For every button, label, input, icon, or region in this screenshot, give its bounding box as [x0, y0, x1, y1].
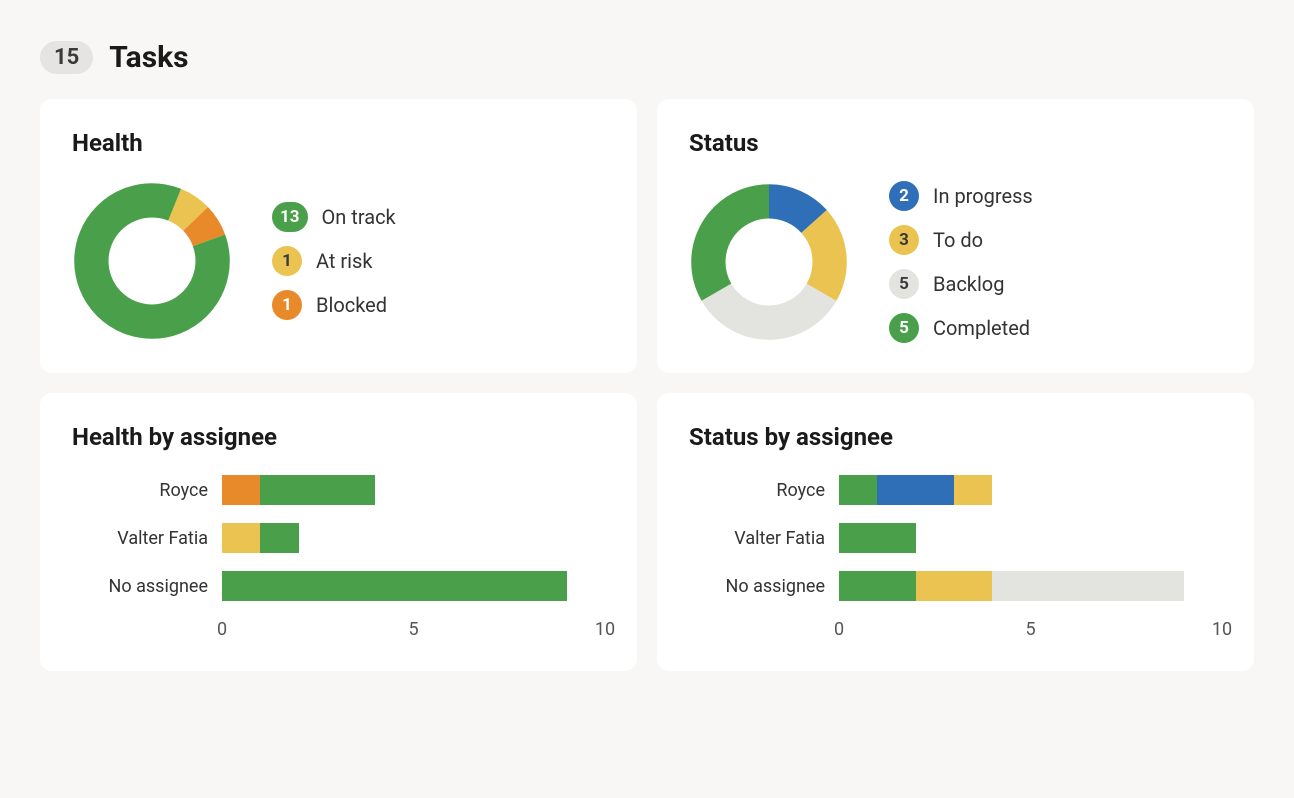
bar-row-label: Royce [72, 480, 222, 501]
bar-track [839, 571, 1222, 601]
card-health-by-assignee: Health by assignee Royce Valter Fatia No a… [40, 393, 637, 671]
bar-row: Royce [689, 475, 1222, 505]
legend-label: Blocked [316, 293, 387, 317]
health-by-assignee-chart: RoyceValter FatiaNo assignee0510 [72, 475, 605, 641]
bar-track [222, 475, 605, 505]
status-donut-chart [689, 182, 849, 342]
bar-row: Valter Fatia [689, 523, 1222, 553]
bar-segment [992, 571, 1184, 601]
page-header: 15 Tasks [40, 40, 1254, 75]
donut-slice [91, 200, 212, 321]
bar-row-label: Valter Fatia [72, 528, 222, 549]
legend-count-badge: 2 [889, 181, 919, 211]
card-health-by-assignee-title: Health by assignee [72, 423, 605, 451]
cards-grid: Health 13 On track 1 At risk 1 Blocked Status… [40, 99, 1254, 671]
card-health-body: 13 On track 1 At risk 1 Blocked [72, 181, 605, 341]
donut-slice [708, 201, 829, 322]
axis-tick: 5 [1025, 619, 1035, 640]
legend-count-badge: 5 [889, 269, 919, 299]
bar-segment [222, 571, 567, 601]
legend-count-badge: 1 [272, 290, 302, 320]
legend-item[interactable]: 13 On track [272, 202, 396, 232]
health-donut-chart [72, 181, 232, 341]
legend-label: To do [933, 228, 983, 252]
bar-segment [839, 571, 916, 601]
legend-item[interactable]: 1 Blocked [272, 290, 396, 320]
status-by-assignee-chart: RoyceValter FatiaNo assignee0510 [689, 475, 1222, 641]
bar-segment [954, 475, 992, 505]
card-status-title: Status [689, 129, 1222, 157]
bar-segment [839, 475, 877, 505]
axis-tick: 10 [1212, 619, 1232, 640]
bar-track [222, 571, 605, 601]
bar-segment [222, 523, 260, 553]
page-title: Tasks [109, 40, 188, 75]
axis-tick: 10 [595, 619, 615, 640]
bar-segment [222, 475, 260, 505]
bar-row-label: No assignee [72, 576, 222, 597]
card-health: Health 13 On track 1 At risk 1 Blocked [40, 99, 637, 373]
bar-row: Valter Fatia [72, 523, 605, 553]
bar-track [839, 475, 1222, 505]
axis-tick: 0 [217, 619, 227, 640]
card-status-body: 2 In progress 3 To do 5 Backlog 5 Completed [689, 181, 1222, 343]
bar-axis: 0510 [72, 619, 605, 641]
legend-label: On track [322, 205, 396, 229]
bar-track [839, 523, 1222, 553]
card-status-by-assignee-title: Status by assignee [689, 423, 1222, 451]
axis-tick: 5 [408, 619, 418, 640]
bar-segment [877, 475, 954, 505]
legend-label: Completed [933, 316, 1030, 340]
health-legend: 13 On track 1 At risk 1 Blocked [272, 202, 396, 320]
bar-segment [916, 571, 993, 601]
bar-row-label: No assignee [689, 576, 839, 597]
bar-row: No assignee [72, 571, 605, 601]
status-legend: 2 In progress 3 To do 5 Backlog 5 Completed [889, 181, 1033, 343]
legend-item[interactable]: 3 To do [889, 225, 1033, 255]
bar-row: No assignee [689, 571, 1222, 601]
legend-count-badge: 13 [272, 202, 308, 232]
legend-item[interactable]: 2 In progress [889, 181, 1033, 211]
legend-count-badge: 3 [889, 225, 919, 255]
legend-label: In progress [933, 184, 1033, 208]
card-status: Status 2 In progress 3 To do 5 Backlog 5 Comple… [657, 99, 1254, 373]
bar-segment [260, 475, 375, 505]
legend-item[interactable]: 5 Backlog [889, 269, 1033, 299]
card-health-title: Health [72, 129, 605, 157]
bar-segment [839, 523, 916, 553]
bar-row: Royce [72, 475, 605, 505]
tasks-count-badge: 15 [40, 41, 93, 74]
bar-row-label: Royce [689, 480, 839, 501]
legend-count-badge: 1 [272, 246, 302, 276]
bar-axis: 0510 [689, 619, 1222, 641]
bar-segment [260, 523, 298, 553]
legend-count-badge: 5 [889, 313, 919, 343]
card-status-by-assignee: Status by assignee Royce Valter Fatia No a… [657, 393, 1254, 671]
legend-label: At risk [316, 249, 372, 273]
axis-tick: 0 [834, 619, 844, 640]
legend-item[interactable]: 5 Completed [889, 313, 1033, 343]
bar-row-label: Valter Fatia [689, 528, 839, 549]
legend-item[interactable]: 1 At risk [272, 246, 396, 276]
legend-label: Backlog [933, 272, 1004, 296]
bar-track [222, 523, 605, 553]
